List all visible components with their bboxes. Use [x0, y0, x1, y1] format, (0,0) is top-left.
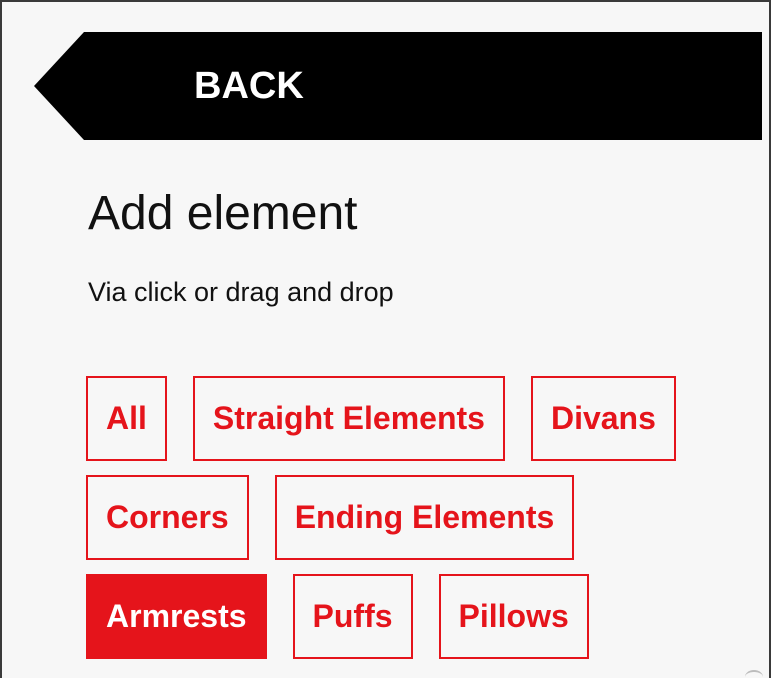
filter-divans[interactable]: Divans: [530, 376, 676, 461]
back-button[interactable]: BACK: [34, 32, 762, 140]
element-panel: BACK Add element Via click or drag and d…: [0, 0, 771, 678]
filter-ending-elements[interactable]: Ending Elements: [274, 475, 575, 560]
scroll-indicator-icon: [745, 670, 763, 678]
filter-corners[interactable]: Corners: [86, 475, 249, 560]
filter-puffs[interactable]: Puffs: [292, 574, 413, 659]
filter-straight-elements[interactable]: Straight Elements: [192, 376, 505, 461]
panel-title: Add element: [88, 187, 358, 240]
filter-row: Armrests Puffs Pillows: [86, 574, 756, 659]
back-button-label: BACK: [194, 65, 304, 107]
category-filters: All Straight Elements Divans Corners End…: [86, 376, 756, 673]
filter-row: All Straight Elements Divans: [86, 376, 756, 461]
filter-armrests[interactable]: Armrests: [86, 574, 267, 659]
filter-pillows[interactable]: Pillows: [438, 574, 589, 659]
filter-row: Corners Ending Elements: [86, 475, 756, 560]
filter-all[interactable]: All: [86, 376, 167, 461]
panel-subtitle: Via click or drag and drop: [88, 277, 394, 307]
back-arrow-shape: [34, 32, 762, 140]
